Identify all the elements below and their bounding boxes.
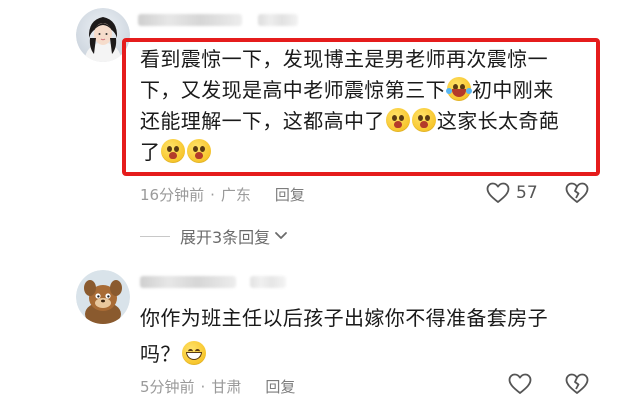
comment-time: 16分钟前 (140, 186, 205, 204)
like-count: 57 (516, 183, 538, 203)
comment-line: 下，又发现是高中老师震惊第三下 初中刚来 (140, 75, 600, 106)
username-redacted (140, 276, 236, 288)
comment-text-segment: 你作为班主任以后孩子出嫁你不得准备套房子 (140, 306, 548, 330)
separator-dot: · (210, 185, 215, 204)
broken-heart-icon (565, 373, 589, 395)
comment-text-segment: 下，又发现是高中老师震惊第三下 (140, 78, 446, 102)
comment-item: 看到震惊一下，发现博主是男老师再次震惊一 下，又发现是高中老师震惊第三下 初中刚来… (0, 0, 640, 250)
like-button[interactable] (508, 373, 532, 395)
chevron-down-icon (274, 231, 288, 241)
heart-outline-icon (486, 182, 510, 204)
broken-heart-icon (565, 182, 589, 204)
comment-text: 你作为班主任以后孩子出嫁你不得准备套房子 吗？ (140, 300, 610, 372)
reply-button[interactable]: 回复 (265, 376, 295, 397)
user-badge-redacted (258, 14, 298, 26)
shocked-face-emoji (385, 108, 410, 132)
user-badge-redacted (250, 276, 286, 288)
expand-divider (140, 235, 170, 237)
shocked-face-emoji (161, 139, 186, 163)
like-button[interactable]: 57 (486, 182, 538, 204)
comment-time: 5分钟前 (140, 378, 195, 396)
laughing-tears-emoji (446, 77, 472, 101)
expand-replies-label: 展开3条回复 (180, 228, 271, 247)
shocked-face-emoji (411, 108, 436, 132)
comment-location: 甘肃 (211, 378, 242, 396)
comment-line: 还能理解一下，这都高中了 这家长太奇葩 (140, 106, 600, 137)
reply-button[interactable]: 回复 (275, 184, 305, 205)
dislike-button[interactable] (565, 373, 589, 395)
heart-outline-icon (508, 373, 532, 395)
expand-replies-button[interactable]: 展开3条回复 (140, 224, 288, 248)
comment-text-segment: 吗？ (140, 342, 181, 366)
comment-text: 看到震惊一下，发现博主是男老师再次震惊一 下，又发现是高中老师震惊第三下 初中刚来… (140, 44, 600, 168)
comment-line: 你作为班主任以后孩子出嫁你不得准备套房子 (140, 300, 610, 336)
comment-meta: 16分钟前 · 广东 回复 (140, 184, 305, 205)
comment-text-segment: 还能理解一下，这都高中了 (140, 109, 385, 133)
comment-line: 看到震惊一下，发现博主是男老师再次震惊一 (140, 44, 600, 75)
grinning-face-emoji (181, 341, 206, 365)
user-avatar[interactable] (76, 270, 130, 324)
comment-text-segment: 这家长太奇葩 (436, 109, 560, 133)
comment-meta: 5分钟前 · 甘肃 回复 (140, 376, 295, 397)
separator-dot: · (200, 377, 206, 396)
dislike-button[interactable] (565, 182, 589, 204)
comment-text-segment: 初中刚来 (472, 78, 554, 102)
comment-location: 广东 (220, 186, 251, 204)
comment-line: 了 (140, 137, 600, 168)
comment-text-segment: 了 (140, 140, 161, 164)
shocked-face-emoji (187, 139, 212, 163)
comment-text-segment: 看到震惊一下，发现博主是男老师再次震惊一 (140, 47, 548, 71)
comment-line: 吗？ (140, 336, 610, 372)
username-redacted (138, 14, 242, 26)
